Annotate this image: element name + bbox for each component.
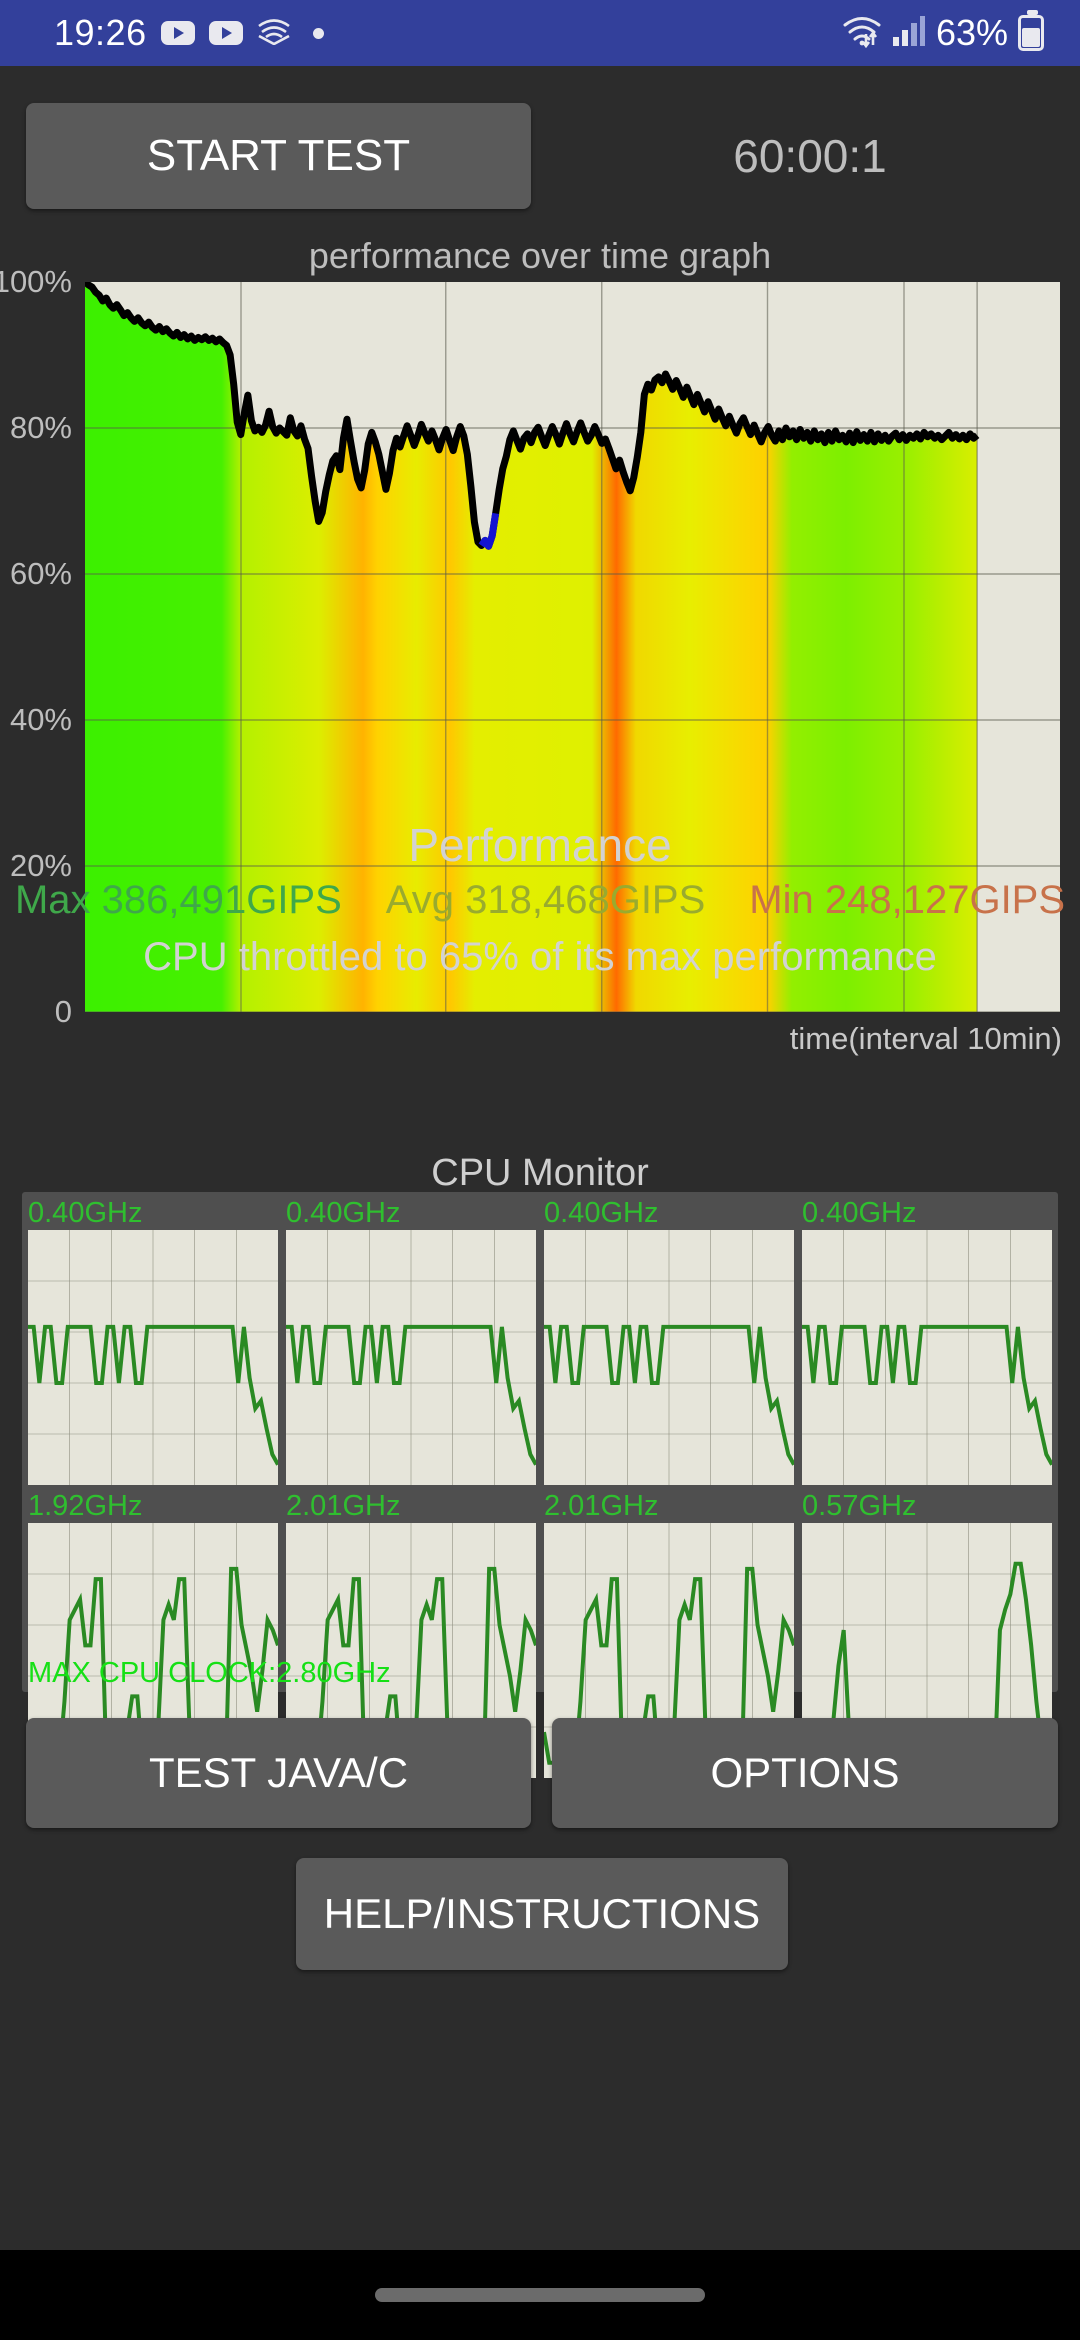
cpu-core-freq-label: 0.57GHz bbox=[802, 1490, 917, 1522]
stat-avg: Avg 318,468GIPS bbox=[385, 878, 706, 922]
status-bar-left: 19:26 bbox=[54, 12, 324, 54]
chart-min-marker bbox=[478, 512, 500, 550]
youtube-icon bbox=[208, 21, 243, 45]
app-screen: 19:26 63% START TEST 60:00:1 performance… bbox=[0, 0, 1080, 2340]
audible-icon bbox=[257, 17, 291, 50]
status-bar: 19:26 63% bbox=[0, 0, 1080, 66]
help-instructions-button[interactable]: HELP/INSTRUCTIONS bbox=[296, 1858, 788, 1970]
stat-max: Max 386,491GIPS bbox=[14, 878, 342, 922]
youtube-icon bbox=[160, 21, 195, 45]
y-tick-label: 0 bbox=[54, 994, 72, 1029]
cpu-core-freq-label: 0.40GHz bbox=[28, 1197, 143, 1229]
cpu-core-freq-label: 0.40GHz bbox=[544, 1197, 659, 1229]
wifi-icon bbox=[842, 14, 882, 53]
y-tick-label: 60% bbox=[9, 556, 72, 591]
top-controls: START TEST 60:00:1 bbox=[0, 86, 1080, 216]
throttle-note: CPU throttled to 65% of its max performa… bbox=[143, 935, 937, 979]
max-cpu-clock-label: MAX CPU CLOCK:2.80GHz bbox=[28, 1657, 391, 1689]
dot-icon bbox=[312, 27, 324, 39]
cpu-monitor-title: CPU Monitor bbox=[431, 1152, 649, 1194]
start-test-button[interactable]: START TEST bbox=[26, 103, 531, 209]
cpu-core-grid: 0.40GHz 0.40GHz 0.40GHz 0.40GHz 1.92GHz 2.01G… bbox=[28, 1196, 1052, 1778]
cpu-core-freq-label: 0.40GHz bbox=[802, 1197, 917, 1229]
chart-title: performance over time graph bbox=[308, 235, 772, 276]
cpu-monitor-panel: 0.40GHz 0.40GHz 0.40GHz 0.40GHz 1.92GHz 2.01G… bbox=[22, 1192, 1058, 1778]
status-bar-right: 63% bbox=[842, 10, 1044, 54]
cpu-core-cell: 0.40GHz bbox=[28, 1196, 278, 1485]
cpu-core-chart bbox=[28, 1230, 278, 1485]
y-tick-label: 40% bbox=[9, 702, 72, 737]
y-tick-label: 80% bbox=[9, 410, 72, 445]
cpu-core-cell: 0.40GHz bbox=[286, 1196, 536, 1485]
cpu-core-cell: 0.40GHz bbox=[544, 1196, 794, 1485]
system-nav-bar bbox=[0, 2250, 1080, 2340]
home-gesture-pill[interactable] bbox=[375, 2288, 705, 2302]
test-timer: 60:00:1 bbox=[733, 130, 887, 182]
cpu-core-chart bbox=[544, 1230, 794, 1485]
cpu-core-chart bbox=[286, 1230, 536, 1485]
performance-chart: performance over time graph 100% 80% 60% 40… bbox=[0, 235, 1080, 1056]
signal-icon bbox=[892, 15, 926, 52]
y-tick-label: 100% bbox=[0, 264, 72, 299]
cpu-core-freq-label: 2.01GHz bbox=[544, 1490, 659, 1522]
battery-icon bbox=[1018, 10, 1044, 51]
options-button[interactable]: OPTIONS bbox=[552, 1718, 1058, 1828]
cpu-core-freq-label: 1.92GHz bbox=[28, 1490, 143, 1522]
cpu-core-freq-label: 2.01GHz bbox=[286, 1490, 401, 1522]
chart-x-axis-label: time(interval 10min) bbox=[789, 1021, 1062, 1056]
cpu-core-cell: 0.40GHz bbox=[802, 1196, 1052, 1485]
test-java-c-button[interactable]: TEST JAVA/C bbox=[26, 1718, 531, 1828]
battery-percent-label: 63% bbox=[935, 12, 1008, 53]
performance-heading: Performance bbox=[408, 819, 672, 871]
performance-stats: Max 386,491GIPS Avg 318,468GIPS Min 248,… bbox=[0, 878, 1080, 923]
status-bar-clock: 19:26 bbox=[54, 12, 147, 53]
stat-min: Min 248,127GIPS bbox=[749, 878, 1066, 922]
cpu-core-freq-label: 0.40GHz bbox=[286, 1197, 401, 1229]
cpu-core-chart bbox=[802, 1230, 1052, 1485]
